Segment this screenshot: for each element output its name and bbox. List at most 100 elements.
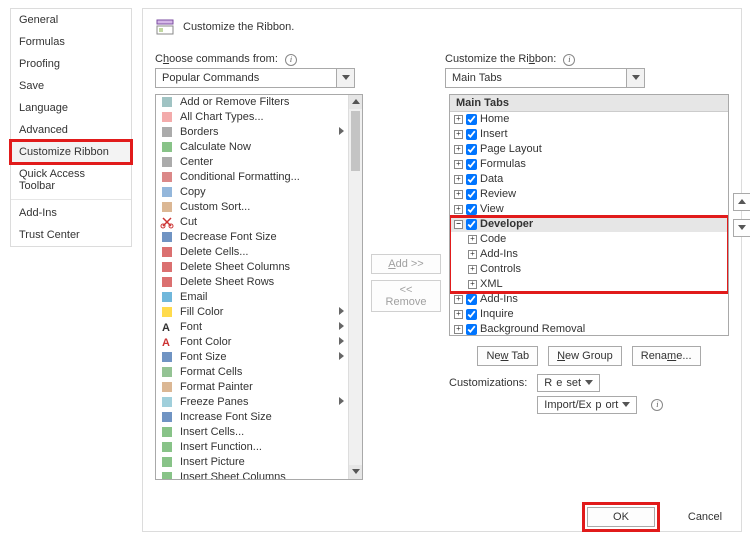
scrollbar[interactable]	[348, 95, 362, 479]
sidebar-item-addins[interactable]: Add-Ins	[11, 202, 131, 224]
sidebar-item-proofing[interactable]: Proofing	[11, 53, 131, 75]
command-item[interactable]: Insert Cells...	[156, 425, 348, 440]
info-icon[interactable]: i	[285, 54, 297, 66]
tab-checkbox[interactable]	[466, 324, 477, 335]
add-button[interactable]: Add >>	[371, 254, 441, 274]
sidebar-item-customize-ribbon[interactable]: Customize Ribbon	[11, 141, 131, 163]
chevron-down-icon[interactable]	[336, 69, 354, 87]
tab-checkbox[interactable]	[466, 294, 477, 305]
command-item[interactable]: Custom Sort...	[156, 200, 348, 215]
sidebar-item-save[interactable]: Save	[11, 75, 131, 97]
sidebar-item-trust-center[interactable]: Trust Center	[11, 224, 131, 246]
rename-button[interactable]: Rename...	[632, 346, 701, 366]
ribbon-tree[interactable]: Main Tabs +Home+Insert+Page Layout+Formu…	[449, 94, 729, 336]
info-icon[interactable]: i	[651, 399, 663, 411]
tab-checkbox[interactable]	[466, 174, 477, 185]
scroll-down-icon[interactable]	[349, 465, 362, 479]
expand-icon[interactable]: +	[468, 235, 477, 244]
expand-icon[interactable]: +	[454, 130, 463, 139]
command-item[interactable]: Increase Font Size	[156, 410, 348, 425]
tab-checkbox[interactable]	[466, 114, 477, 125]
tab-checkbox[interactable]	[466, 219, 477, 230]
choose-commands-dropdown[interactable]: Popular Commands	[155, 68, 355, 88]
tab-checkbox[interactable]	[466, 159, 477, 170]
tree-node[interactable]: +Page Layout	[450, 142, 728, 157]
tree-node[interactable]: +Code	[450, 232, 728, 247]
command-item[interactable]: Email	[156, 290, 348, 305]
command-item[interactable]: All Chart Types...	[156, 110, 348, 125]
commands-listbox[interactable]: Add or Remove FiltersAll Chart Types...B…	[155, 94, 363, 480]
sidebar-item-general[interactable]: General	[11, 9, 131, 31]
command-item[interactable]: Conditional Formatting...	[156, 170, 348, 185]
command-item[interactable]: Center	[156, 155, 348, 170]
tree-node[interactable]: +Background Removal	[450, 322, 728, 336]
command-item[interactable]: Borders	[156, 125, 348, 140]
tab-checkbox[interactable]	[466, 309, 477, 320]
tab-checkbox[interactable]	[466, 204, 477, 215]
tab-checkbox[interactable]	[466, 144, 477, 155]
expand-icon[interactable]: +	[454, 205, 463, 214]
collapse-icon[interactable]: −	[454, 220, 463, 229]
sidebar-item-advanced[interactable]: Advanced	[11, 119, 131, 141]
scroll-thumb[interactable]	[351, 111, 360, 171]
command-item[interactable]: Freeze Panes	[156, 395, 348, 410]
sidebar-item-language[interactable]: Language	[11, 97, 131, 119]
command-item[interactable]: Insert Function...	[156, 440, 348, 455]
command-item[interactable]: Insert Sheet Columns	[156, 470, 348, 479]
expand-icon[interactable]: +	[454, 310, 463, 319]
expand-icon[interactable]: +	[468, 280, 477, 289]
expand-icon[interactable]: +	[454, 145, 463, 154]
new-tab-button[interactable]: New Tab	[477, 346, 538, 366]
cancel-button[interactable]: Cancel	[671, 508, 739, 526]
command-item[interactable]: Delete Sheet Columns	[156, 260, 348, 275]
command-item[interactable]: Copy	[156, 185, 348, 200]
new-group-button[interactable]: New Group	[548, 346, 622, 366]
expand-icon[interactable]: +	[468, 265, 477, 274]
tree-node[interactable]: +XML	[450, 277, 728, 292]
expand-icon[interactable]: +	[454, 325, 463, 334]
tree-node[interactable]: +View	[450, 202, 728, 217]
tree-node[interactable]: +Inquire	[450, 307, 728, 322]
expand-icon[interactable]: +	[454, 115, 463, 124]
command-item[interactable]: Delete Cells...	[156, 245, 348, 260]
command-item[interactable]: Insert Picture	[156, 455, 348, 470]
command-item[interactable]: Decrease Font Size	[156, 230, 348, 245]
sidebar-item-quick-access[interactable]: Quick Access Toolbar	[11, 163, 131, 197]
chevron-down-icon[interactable]	[626, 69, 644, 87]
tree-node[interactable]: +Add-Ins	[450, 292, 728, 307]
expand-icon[interactable]: +	[454, 295, 463, 304]
command-item[interactable]: Format Painter	[156, 380, 348, 395]
expand-icon[interactable]: +	[454, 160, 463, 169]
ok-button[interactable]: OK	[587, 507, 655, 527]
reset-dropdown[interactable]: Reset	[537, 374, 600, 392]
tab-checkbox[interactable]	[466, 129, 477, 140]
command-item[interactable]: Font Size	[156, 350, 348, 365]
import-export-dropdown[interactable]: Import/Export	[537, 396, 637, 414]
command-item[interactable]: Cut	[156, 215, 348, 230]
remove-button[interactable]: << Remove	[371, 280, 441, 312]
command-item[interactable]: Calculate Now	[156, 140, 348, 155]
tree-node[interactable]: +Home	[450, 112, 728, 127]
expand-icon[interactable]: +	[468, 250, 477, 259]
tree-node[interactable]: +Review	[450, 187, 728, 202]
tree-node[interactable]: +Controls	[450, 262, 728, 277]
expand-icon[interactable]: +	[454, 175, 463, 184]
tree-node[interactable]: +Formulas	[450, 157, 728, 172]
command-item[interactable]: AFont	[156, 320, 348, 335]
move-up-button[interactable]	[733, 193, 750, 211]
command-item[interactable]: AFont Color	[156, 335, 348, 350]
sidebar-item-formulas[interactable]: Formulas	[11, 31, 131, 53]
command-item[interactable]: Add or Remove Filters	[156, 95, 348, 110]
tab-checkbox[interactable]	[466, 189, 477, 200]
command-item[interactable]: Fill Color	[156, 305, 348, 320]
tree-node[interactable]: −Developer	[450, 217, 728, 232]
scroll-up-icon[interactable]	[349, 95, 362, 109]
tree-node[interactable]: +Insert	[450, 127, 728, 142]
tree-node[interactable]: +Data	[450, 172, 728, 187]
customize-ribbon-dropdown[interactable]: Main Tabs	[445, 68, 645, 88]
command-item[interactable]: Format Cells	[156, 365, 348, 380]
tree-node[interactable]: +Add-Ins	[450, 247, 728, 262]
expand-icon[interactable]: +	[454, 190, 463, 199]
info-icon[interactable]: i	[563, 54, 575, 66]
command-item[interactable]: Delete Sheet Rows	[156, 275, 348, 290]
